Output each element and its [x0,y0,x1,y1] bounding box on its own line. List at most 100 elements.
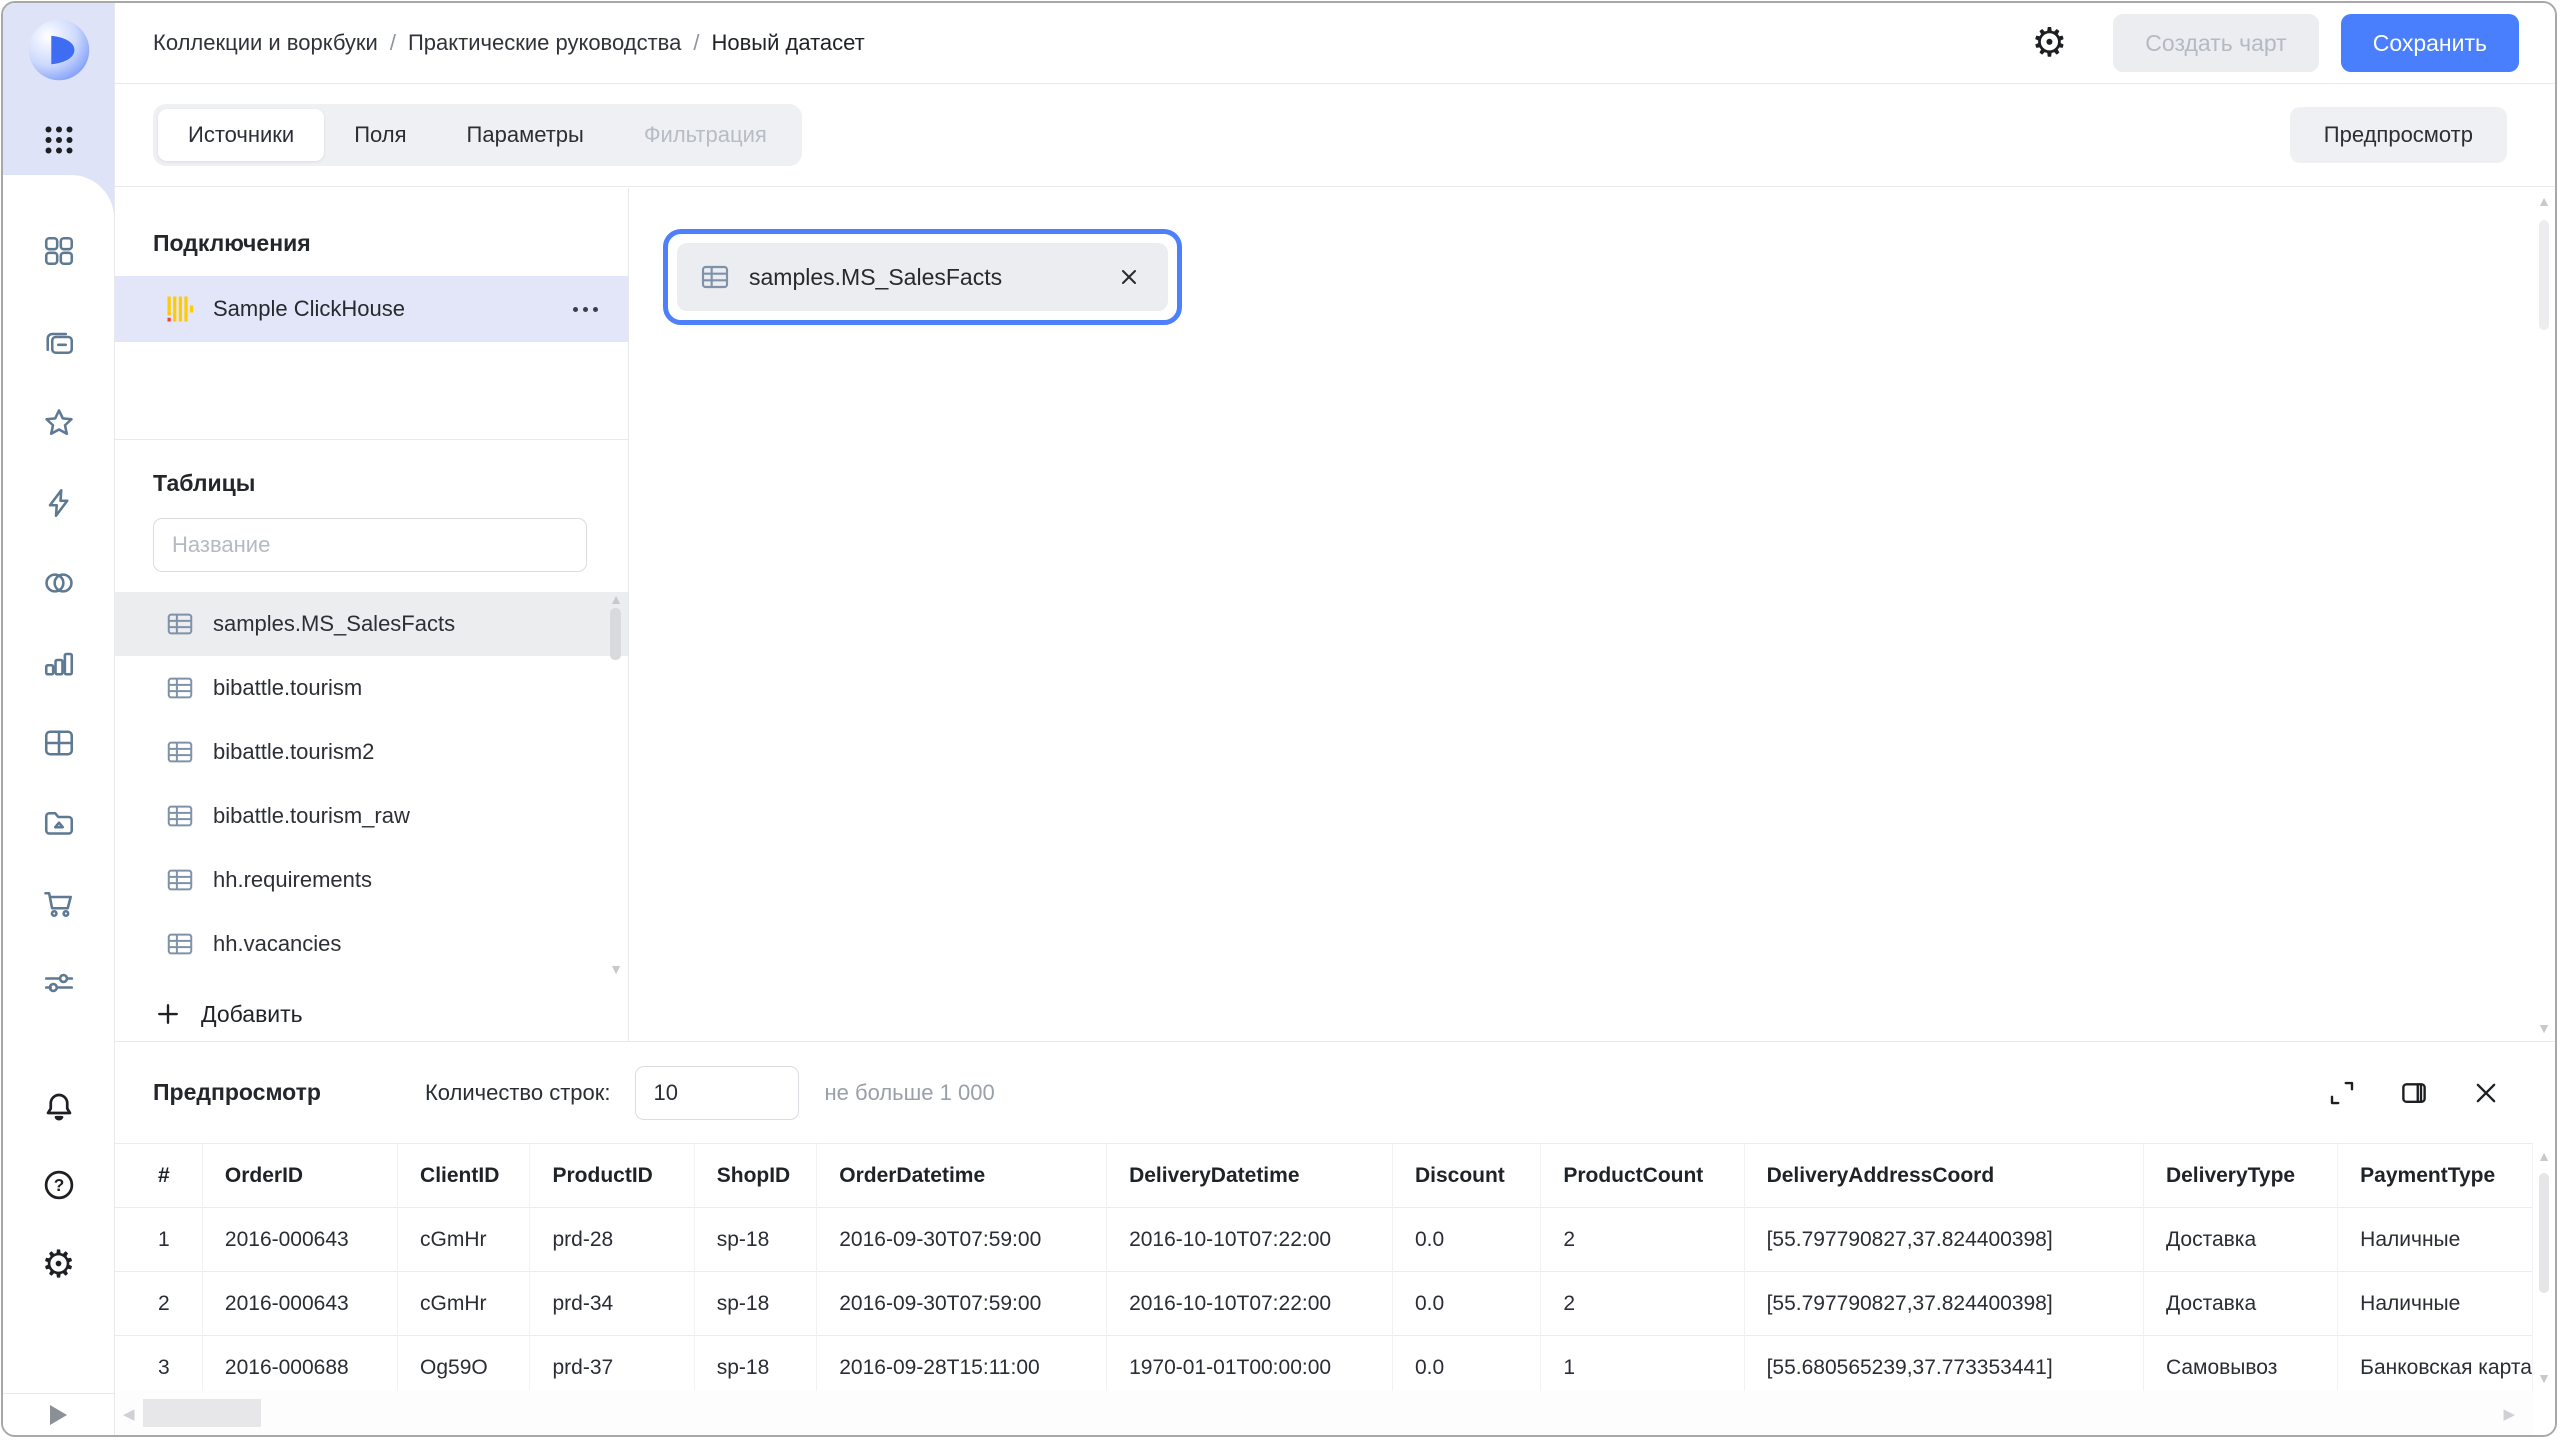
preview-table-row: 3 2016-000688 Og59O prd-37 sp-18 2016-09-28T1… [115,1335,2555,1391]
expand-preview-icon[interactable] [2325,1076,2359,1110]
table-item-bibattle-tourism[interactable]: bibattle.tourism [115,656,628,720]
table-cell: prd-34 [529,1271,695,1336]
tables-title: Таблицы [153,470,256,496]
table-item-bibattle-tourism2[interactable]: bibattle.tourism2 [115,720,628,784]
table-cell: sp-18 [694,1207,818,1272]
clickhouse-logo-icon [167,296,194,322]
table-cell: Доставка [2143,1271,2339,1336]
dataset-settings-gear-icon[interactable]: ⚙ [2031,23,2067,63]
connection-item-sample-clickhouse[interactable]: Sample ClickHouse [115,276,628,342]
table-cell: Самовывоз [2143,1335,2339,1391]
table-search-input[interactable] [153,518,587,572]
sources-panel: Подключения Sample ClickHouse Таблицы sa… [115,188,629,1041]
datalens-logo[interactable] [26,17,92,83]
charts-icon[interactable] [40,644,78,682]
scrollbar-thumb[interactable] [143,1399,261,1427]
table-cell: [55.797790827,37.824400398] [1744,1207,2144,1272]
close-preview-icon[interactable] [2469,1076,2503,1110]
table-item-samples-ms-salesfacts[interactable]: samples.MS_SalesFacts [115,592,628,656]
connections-icon[interactable] [40,564,78,602]
column-header: PaymentType [2337,1143,2533,1208]
table-cell: Og59O [397,1335,531,1391]
dashboards-icon[interactable] [40,232,78,270]
preview-vertical-scrollbar[interactable]: ▲ ▼ [2533,1143,2555,1391]
table-cell: 2016-000643 [202,1271,399,1336]
table-cell: 3 [115,1335,203,1391]
topbar: Коллекции и воркбуки / Практические руко… [115,3,2555,84]
canvas-scrollbar[interactable]: ▲ ▼ [2535,194,2553,1035]
notifications-bell-icon[interactable] [40,1088,78,1126]
scroll-down-icon[interactable]: ▼ [609,962,623,976]
table-icon [167,933,193,955]
table-item-bibattle-tourism-raw[interactable]: bibattle.tourism_raw [115,784,628,848]
storage-folder-icon[interactable] [40,804,78,842]
column-header: ShopID [694,1143,818,1208]
collections-icon[interactable] [40,324,78,362]
connection-menu-dots[interactable] [567,301,604,318]
preview-panel: Предпросмотр Количество строк: не больше… [115,1041,2555,1435]
scroll-right-icon[interactable]: ▶ [2503,1405,2515,1423]
table-icon [167,613,193,635]
marketplace-cart-icon[interactable] [40,884,78,922]
row-count-input[interactable] [634,1065,799,1120]
create-chart-button[interactable]: Создать чарт [2113,14,2319,72]
scrollbar-thumb[interactable] [610,608,621,660]
scroll-down-icon[interactable]: ▼ [2537,1371,2551,1385]
tab-filtering[interactable]: Фильтрация [614,109,797,161]
table-cell: Наличные [2337,1207,2533,1272]
tab-fields[interactable]: Поля [324,109,436,161]
services-sliders-icon[interactable] [40,964,78,1002]
favorites-star-icon[interactable] [40,404,78,442]
table-cell: Наличные [2337,1271,2533,1336]
scroll-left-icon[interactable]: ◀ [123,1405,135,1423]
tab-sources[interactable]: Источники [158,109,325,161]
column-header: DeliveryAddressCoord [1744,1143,2144,1208]
connection-label: Sample ClickHouse [213,296,405,321]
preview-table-header-row: # OrderID ClientID ProductID ShopID OrderDate… [115,1143,2555,1208]
help-icon[interactable]: ? [40,1166,78,1204]
scroll-up-icon[interactable]: ▲ [2537,1149,2551,1163]
scroll-up-icon[interactable]: ▲ [609,592,623,606]
breadcrumb-workbook[interactable]: Практические руководства [408,30,681,56]
row-count-label: Количество строк: [424,1079,611,1105]
svg-text:?: ? [53,1175,64,1195]
selected-table-chip[interactable]: samples.MS_SalesFacts [663,229,1182,325]
sidebar-expand-bar[interactable] [3,1393,114,1435]
preview-table: # OrderID ClientID ProductID ShopID OrderDate… [115,1143,2555,1391]
tab-parameters[interactable]: Параметры [437,109,614,161]
scroll-down-icon[interactable]: ▼ [2537,1021,2551,1035]
table-item-hh-requirements[interactable]: hh.requirements [115,848,628,912]
chip-close-icon[interactable] [1112,260,1146,294]
column-header: ClientID [397,1143,531,1208]
table-item-hh-vacancies[interactable]: hh.vacancies [115,912,628,976]
table-cell: prd-37 [529,1335,695,1391]
lightning-icon[interactable] [40,484,78,522]
datasets-table-icon[interactable] [40,724,78,762]
breadcrumb-collections[interactable]: Коллекции и воркбуки [153,30,378,56]
save-button[interactable]: Сохранить [2340,14,2519,72]
split-view-icon[interactable] [2397,1076,2431,1110]
scrollbar-thumb[interactable] [2539,1173,2549,1293]
column-header: ProductCount [1540,1143,1745,1208]
sources-canvas: samples.MS_SalesFacts ▲ ▼ [630,188,2555,1041]
table-cell: 2016-09-30T07:59:00 [816,1271,1108,1336]
table-cell: 2016-09-30T07:59:00 [816,1207,1108,1272]
table-cell: 2016-09-28T15:11:00 [816,1335,1108,1391]
table-cell: 2 [1540,1207,1745,1272]
breadcrumb-separator: / [389,30,396,55]
scroll-up-icon[interactable]: ▲ [2537,194,2551,208]
apps-grid-icon[interactable] [40,121,78,159]
add-table-button[interactable]: Добавить [153,984,303,1044]
settings-gear-icon[interactable]: ⚙ [40,1246,78,1284]
breadcrumb: Коллекции и воркбуки / Практические руко… [153,30,865,56]
table-icon [167,805,193,827]
preview-table-row: 1 2016-000643 cGmHr prd-28 sp-18 2016-09-30T0… [115,1207,2555,1272]
table-cell: 0.0 [1392,1207,1542,1272]
tables-list-scrollbar[interactable]: ▲ ▼ [607,592,625,976]
column-header: OrderDatetime [816,1143,1108,1208]
table-cell: cGmHr [397,1207,531,1272]
preview-toggle-button[interactable]: Предпросмотр [2289,107,2507,163]
tabs-row: Источники Поля Параметры Фильтрация Пред… [115,85,2555,187]
preview-horizontal-scrollbar[interactable]: ◀ ▶ [115,1391,2533,1435]
scrollbar-thumb[interactable] [2539,220,2549,330]
